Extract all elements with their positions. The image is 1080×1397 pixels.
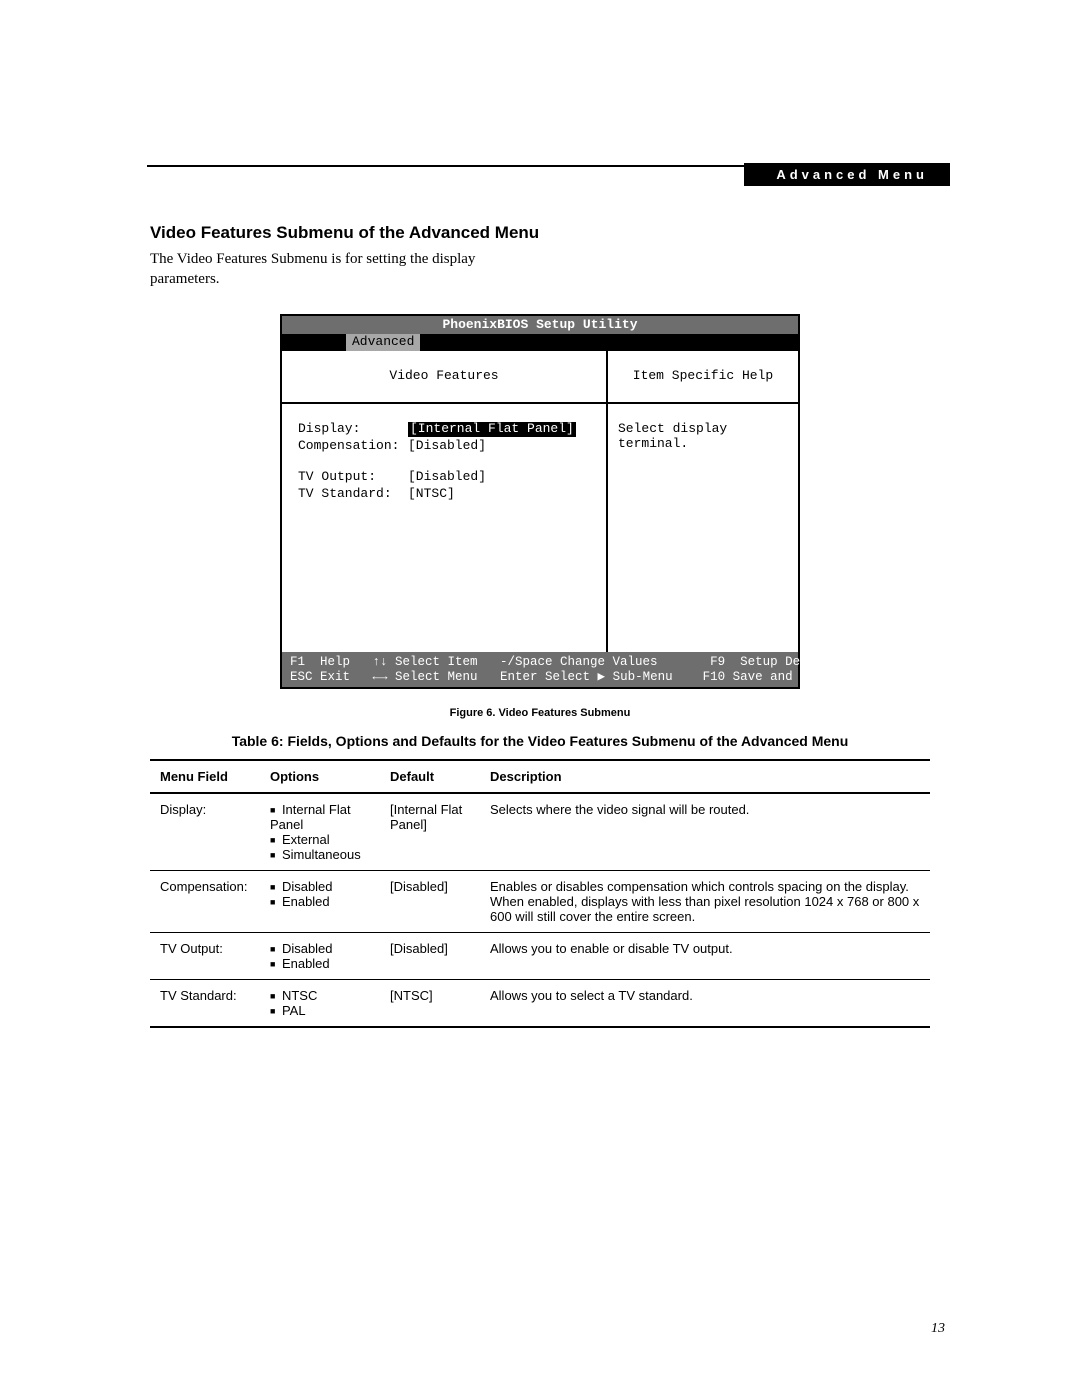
cell-description: Allows you to enable or disable TV outpu… — [480, 933, 930, 980]
bios-field-value[interactable]: [NTSC] — [408, 487, 455, 502]
bios-tab-advanced[interactable]: Advanced — [346, 334, 420, 351]
bios-field-value[interactable]: [Disabled] — [408, 470, 486, 485]
bios-field-row[interactable]: Compensation:[Disabled] — [298, 439, 590, 454]
cell-description: Selects where the video signal will be r… — [480, 793, 930, 871]
cell-description: Enables or disables compensation which c… — [480, 871, 930, 933]
bios-window: PhoenixBIOS Setup Utility Advanced Video… — [280, 314, 800, 690]
bios-field-value[interactable]: [Internal Flat Panel] — [408, 422, 576, 437]
cell-default: [Internal Flat Panel] — [380, 793, 480, 871]
table-row: TV Output:DisabledEnabled[Disabled]Allow… — [150, 933, 930, 980]
list-item: Disabled — [270, 879, 370, 894]
table-title: Table 6: Fields, Options and Defaults fo… — [150, 733, 930, 749]
page-number: 13 — [931, 1321, 945, 1337]
col-description: Description — [480, 760, 930, 793]
bios-footer: F1 Help ↑↓ Select Item -/Space Change Va… — [282, 652, 798, 687]
col-menu-field: Menu Field — [150, 760, 260, 793]
bios-field-value[interactable]: [Disabled] — [408, 439, 486, 454]
list-item: Enabled — [270, 956, 370, 971]
bios-footer-line2: ESC Exit ←→ Select Menu Enter Select ▶ S… — [290, 670, 830, 684]
col-options: Options — [260, 760, 380, 793]
table-row: TV Standard:NTSCPAL[NTSC]Allows you to s… — [150, 980, 930, 1028]
bios-field-label: Compensation: — [298, 439, 408, 454]
list-item: Internal Flat Panel — [270, 802, 370, 832]
bios-body-main: Display:[Internal Flat Panel]Compensatio… — [282, 404, 608, 652]
list-item: Simultaneous — [270, 847, 370, 862]
col-default: Default — [380, 760, 480, 793]
list-item: External — [270, 832, 370, 847]
cell-options: Internal Flat PanelExternalSimultaneous — [260, 793, 380, 871]
bios-utility-title: PhoenixBIOS Setup Utility — [282, 316, 798, 335]
cell-description: Allows you to select a TV standard. — [480, 980, 930, 1028]
bios-help-header: Item Specific Help — [608, 351, 798, 402]
section-intro: The Video Features Submenu is for settin… — [150, 249, 510, 290]
cell-default: [NTSC] — [380, 980, 480, 1028]
bios-footer-line1: F1 Help ↑↓ Select Item -/Space Change Va… — [290, 655, 845, 669]
list-item: Enabled — [270, 894, 370, 909]
list-item: NTSC — [270, 988, 370, 1003]
bios-field-row[interactable]: Display:[Internal Flat Panel] — [298, 422, 590, 437]
bios-main-header: Video Features — [282, 351, 608, 402]
section-title: Video Features Submenu of the Advanced M… — [150, 223, 930, 243]
cell-options: NTSCPAL — [260, 980, 380, 1028]
header-badge: Advanced Menu — [744, 163, 950, 186]
bios-field-row[interactable]: TV Output:[Disabled] — [298, 470, 590, 485]
list-item: PAL — [270, 1003, 370, 1018]
cell-menu-field: Display: — [150, 793, 260, 871]
cell-options: DisabledEnabled — [260, 933, 380, 980]
bios-field-row[interactable]: TV Standard:[NTSC] — [298, 487, 590, 502]
table-row: Compensation:DisabledEnabled[Disabled]En… — [150, 871, 930, 933]
bios-tab-row: Advanced — [282, 334, 798, 351]
figure-caption: Figure 6. Video Features Submenu — [150, 707, 930, 719]
cell-menu-field: Compensation: — [150, 871, 260, 933]
bios-field-label: Display: — [298, 422, 408, 437]
bios-help-text: Select display terminal. — [608, 404, 798, 652]
cell-menu-field: TV Standard: — [150, 980, 260, 1028]
list-item: Disabled — [270, 941, 370, 956]
options-table: Menu Field Options Default Description D… — [150, 759, 930, 1028]
table-row: Display:Internal Flat PanelExternalSimul… — [150, 793, 930, 871]
cell-default: [Disabled] — [380, 933, 480, 980]
cell-options: DisabledEnabled — [260, 871, 380, 933]
cell-menu-field: TV Output: — [150, 933, 260, 980]
bios-field-label: TV Output: — [298, 470, 408, 485]
cell-default: [Disabled] — [380, 871, 480, 933]
bios-field-label: TV Standard: — [298, 487, 408, 502]
